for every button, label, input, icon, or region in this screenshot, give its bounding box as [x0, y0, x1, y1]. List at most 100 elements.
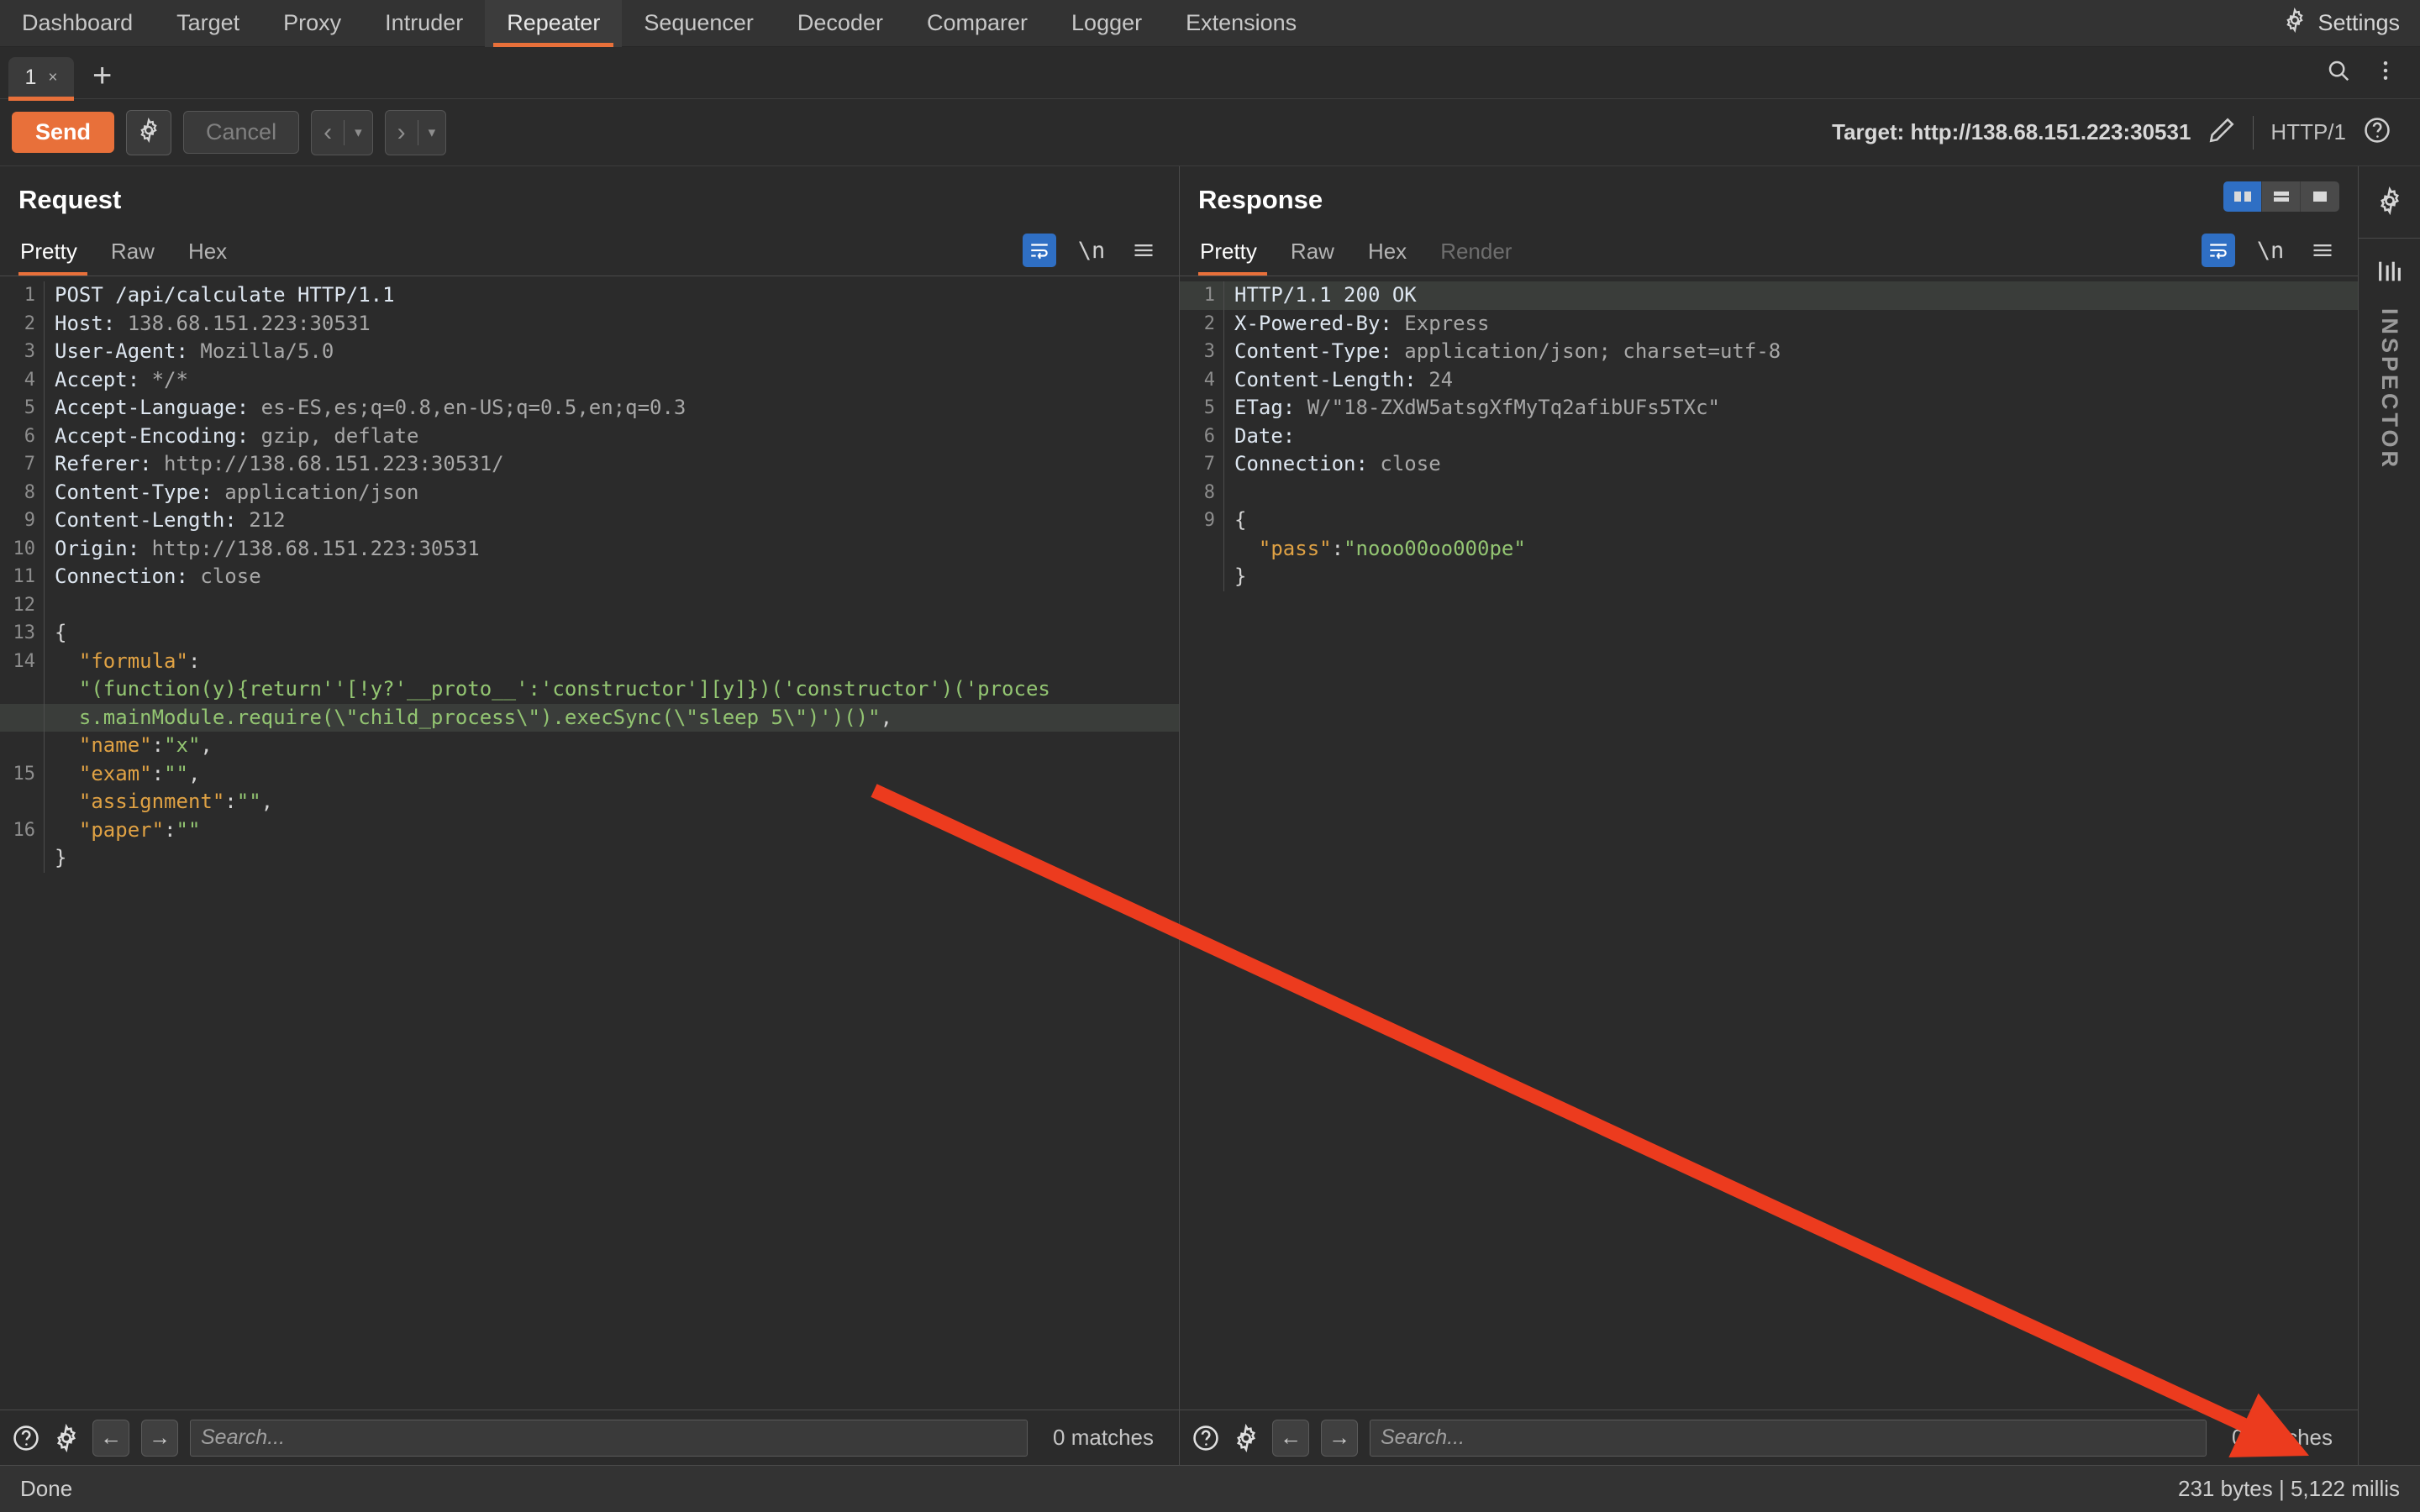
- chevron-down-icon[interactable]: ▾: [345, 124, 372, 141]
- settings-button[interactable]: Settings: [2270, 0, 2420, 47]
- gear-icon[interactable]: [1232, 1423, 1260, 1452]
- status-bar: Done 231 bytes | 5,122 millis: [0, 1465, 2420, 1512]
- code-line: }: [1180, 563, 2358, 591]
- line-number: 6: [1203, 425, 1215, 447]
- settings-label: Settings: [2317, 10, 2400, 35]
- history-forward-button[interactable]: › ▾: [384, 109, 447, 155]
- inspector-rail: INSPECTOR: [2358, 166, 2420, 1465]
- gear-icon[interactable]: [2375, 186, 2404, 219]
- close-icon[interactable]: ×: [48, 69, 57, 87]
- send-settings-button[interactable]: [126, 109, 172, 155]
- nav-item-intruder[interactable]: Intruder: [363, 0, 485, 47]
- code-line: 7 Connection: close: [1180, 450, 2358, 479]
- code-text: "formula":: [78, 648, 201, 673]
- request-tab-hex[interactable]: Hex: [171, 239, 244, 276]
- request-view-tabs: Pretty Raw Hex \n: [18, 234, 1160, 276]
- response-tab-hex[interactable]: Hex: [1351, 239, 1423, 276]
- line-number: [1180, 535, 1223, 564]
- nav-item-logger[interactable]: Logger: [1050, 0, 1164, 47]
- code-line: 2 X-Powered-By: Express: [1180, 309, 2358, 338]
- line-number: 15: [13, 763, 36, 785]
- word-wrap-icon[interactable]: [2202, 234, 2235, 267]
- line-number: 16: [13, 819, 36, 841]
- request-editor[interactable]: 1 POST /api/calculate HTTP/1.1 2 Host: 138.…: [0, 276, 1179, 1410]
- chevron-down-icon[interactable]: ▾: [418, 124, 446, 141]
- code-text: Host: 138.68.151.223:30531: [55, 311, 371, 335]
- repeater-main-split: Request Pretty Raw Hex \n 1 POST /api/ca…: [0, 166, 2420, 1465]
- line-number: 2: [24, 312, 35, 334]
- search-input[interactable]: Search...: [190, 1419, 1028, 1457]
- line-number: [0, 675, 44, 704]
- code-text: Connection: close: [1234, 452, 1441, 475]
- request-editor-tools: \n: [1023, 234, 1160, 276]
- help-circle-icon[interactable]: [12, 1424, 40, 1452]
- split-horizontal-icon[interactable]: [2262, 181, 2301, 212]
- help-circle-icon[interactable]: [2363, 116, 2391, 149]
- nav-item-dashboard[interactable]: Dashboard: [0, 0, 155, 47]
- response-tab-pretty[interactable]: Pretty: [1198, 239, 1274, 276]
- code-line: 3 Content-Type: application/json; charset…: [1180, 338, 2358, 366]
- nav-item-comparer[interactable]: Comparer: [905, 0, 1050, 47]
- nav-item-target[interactable]: Target: [155, 0, 261, 47]
- split-vertical-icon[interactable]: [2223, 181, 2262, 212]
- arrow-left-icon[interactable]: ←: [1272, 1419, 1309, 1457]
- nav-item-extensions[interactable]: Extensions: [1164, 0, 1318, 47]
- nav-items-group: Dashboard Target Proxy Intruder Repeater Sequ…: [0, 0, 1318, 47]
- pencil-icon[interactable]: [2207, 116, 2236, 149]
- burp-suite-repeater-window: Dashboard Target Proxy Intruder Repeater Sequ…: [0, 0, 2420, 1512]
- line-number: 5: [1203, 397, 1215, 418]
- history-back-button[interactable]: ‹ ▾: [311, 109, 373, 155]
- word-wrap-icon[interactable]: [1023, 234, 1056, 267]
- search-icon[interactable]: [2326, 58, 2351, 87]
- repeater-tab-1[interactable]: 1 ×: [8, 56, 74, 101]
- http-version-label[interactable]: HTTP/1: [2270, 119, 2346, 145]
- code-line: 3 User-Agent: Mozilla/5.0: [0, 338, 1179, 366]
- arrow-right-icon[interactable]: →: [141, 1419, 178, 1457]
- gear-icon[interactable]: [52, 1423, 81, 1452]
- line-number: 2: [1203, 312, 1215, 334]
- response-search-bar: ← → Search... 0 matches: [1180, 1410, 2358, 1465]
- line-number: 9: [24, 510, 35, 531]
- hamburger-icon[interactable]: [2306, 234, 2339, 267]
- nav-item-repeater[interactable]: Repeater: [485, 0, 623, 47]
- line-number: [1180, 563, 1223, 591]
- code-line: 13 {: [0, 619, 1179, 648]
- single-pane-icon[interactable]: [2301, 181, 2339, 212]
- newline-icon[interactable]: \n: [2254, 234, 2287, 267]
- code-line: "pass":"nooo00oo000pe": [1180, 534, 2358, 564]
- code-line: 4 Content-Length: 24: [1180, 365, 2358, 394]
- code-text: Origin: http://138.68.151.223:30531: [55, 536, 480, 560]
- request-tab-raw[interactable]: Raw: [94, 239, 171, 276]
- request-pane-header: Request Pretty Raw Hex \n: [0, 166, 1179, 276]
- code-text: User-Agent: Mozilla/5.0: [55, 339, 334, 363]
- hamburger-icon[interactable]: [1127, 234, 1160, 267]
- code-line: 14 "formula":: [0, 647, 1179, 675]
- nav-item-proxy[interactable]: Proxy: [261, 0, 363, 47]
- line-number: 1: [24, 285, 35, 306]
- add-tab-button[interactable]: +: [74, 59, 130, 92]
- code-line: 15 "exam":"",: [0, 759, 1179, 788]
- nav-item-decoder[interactable]: Decoder: [776, 0, 905, 47]
- nav-item-sequencer[interactable]: Sequencer: [622, 0, 776, 47]
- request-tab-pretty[interactable]: Pretty: [18, 239, 94, 276]
- arrow-left-icon[interactable]: ←: [92, 1419, 129, 1457]
- code-line: 5 Accept-Language: es-ES,es;q=0.8,en-US;q…: [0, 394, 1179, 423]
- divider: [2359, 238, 2420, 239]
- code-text: Content-Type: application/json; charset=…: [1234, 339, 1781, 363]
- match-count-label: 0 matches: [2232, 1425, 2333, 1450]
- search-input[interactable]: Search...: [1370, 1419, 2207, 1457]
- line-number: [0, 704, 44, 732]
- inspector-label[interactable]: INSPECTOR: [2376, 308, 2402, 470]
- line-number: [0, 732, 44, 760]
- response-tab-raw[interactable]: Raw: [1274, 239, 1351, 276]
- kebab-menu-icon[interactable]: [2373, 58, 2398, 87]
- line-number: 3: [24, 341, 35, 362]
- send-button[interactable]: Send: [12, 112, 115, 153]
- cancel-button[interactable]: Cancel: [183, 111, 300, 154]
- arrow-right-icon[interactable]: →: [1321, 1419, 1358, 1457]
- response-editor[interactable]: 1 HTTP/1.1 200 OK 2 X-Powered-By: Express 3 C…: [1180, 276, 2358, 1410]
- newline-icon[interactable]: \n: [1075, 234, 1108, 267]
- code-text: "exam":"",: [78, 761, 201, 785]
- help-circle-icon[interactable]: [1192, 1424, 1220, 1452]
- sliders-icon[interactable]: [2375, 257, 2404, 290]
